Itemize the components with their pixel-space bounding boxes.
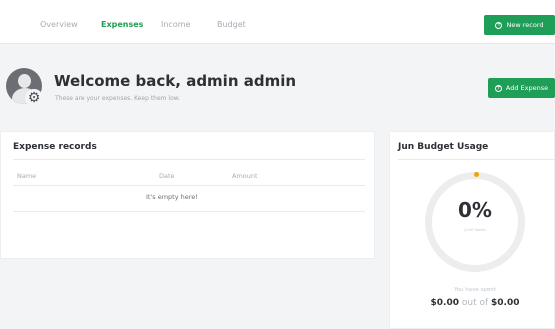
page-subtitle: These are your expenses. Keep them low. [55, 95, 181, 102]
divider [13, 211, 365, 212]
budget-amount: $0.00 [491, 298, 520, 308]
expense-records-title: Expense records [13, 142, 97, 152]
empty-state-message: It's empty here! [146, 193, 198, 201]
add-expense-label: Add Expense [505, 84, 549, 92]
page-title: Welcome back, admin admin [54, 72, 297, 90]
add-expense-button[interactable]: + Add Expense [488, 78, 555, 98]
budget-percent: 0% [458, 198, 492, 222]
out-of-text: out of [461, 298, 489, 308]
tab-expenses[interactable]: Expenses [101, 20, 143, 30]
spent-label: You have spent [454, 287, 496, 293]
column-header-name[interactable]: Name [17, 172, 36, 180]
column-header-date[interactable]: Date [159, 172, 175, 180]
new-record-label: New record [506, 21, 544, 29]
plus-circle-icon: + [494, 84, 502, 92]
divider [13, 185, 365, 186]
divider [398, 159, 555, 160]
tab-income[interactable]: Income [161, 20, 190, 30]
column-header-amount[interactable]: Amount [232, 172, 258, 180]
spent-amount: $0.00 [430, 298, 459, 308]
new-record-button[interactable]: + New record [484, 15, 555, 35]
tab-budget[interactable]: Budget [217, 20, 246, 30]
budget-percent-sub: (0.00 Spent) [464, 228, 486, 232]
tab-overview[interactable]: Overview [40, 20, 78, 30]
top-navigation: Overview Expenses Income Budget + New re… [0, 0, 555, 44]
spent-summary: $0.00 out of $0.00 [405, 298, 545, 308]
plus-circle-icon: + [495, 21, 503, 29]
divider [13, 159, 365, 160]
avatar-head [18, 74, 31, 88]
budget-usage-title: Jun Budget Usage [398, 142, 489, 152]
gauge-progress-marker [474, 172, 479, 177]
gear-icon[interactable]: ⚙ [25, 89, 43, 107]
budget-gauge [425, 172, 525, 272]
